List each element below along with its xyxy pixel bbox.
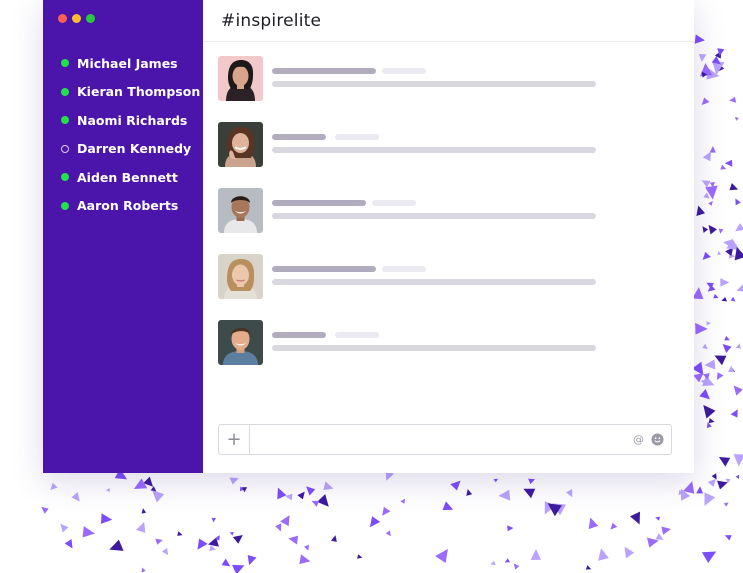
user-name: Aiden Bennett (77, 169, 178, 185)
message-item (218, 188, 694, 254)
timestamp-placeholder (382, 68, 426, 74)
add-attachment-button[interactable]: + (219, 425, 250, 454)
user-name: Michael James (77, 55, 178, 71)
avatar[interactable] (218, 254, 263, 299)
author-name-placeholder (272, 68, 376, 74)
message-item (218, 254, 694, 320)
author-name-placeholder (272, 134, 326, 140)
message-input[interactable] (250, 425, 633, 454)
timestamp-placeholder (372, 200, 416, 206)
maximize-window-button[interactable] (86, 14, 95, 23)
channel-header: #inspirelite (203, 0, 694, 42)
message-text-placeholder (272, 279, 596, 285)
user-name: Kieran Thompson (77, 84, 201, 100)
chat-main: #inspirelite + @ (203, 0, 694, 473)
chat-window: Michael James Kieran Thompson Naomi Rich… (43, 0, 694, 473)
user-item-kieran-thompson[interactable]: Kieran Thompson (61, 78, 201, 107)
avatar[interactable] (218, 320, 263, 365)
user-item-michael-james[interactable]: Michael James (61, 49, 197, 78)
online-status-icon (61, 201, 69, 210)
message-text-placeholder (272, 213, 596, 219)
window-controls (58, 14, 95, 23)
author-name-placeholder (272, 200, 366, 206)
user-name: Darren Kennedy (77, 141, 192, 157)
timestamp-placeholder (382, 266, 426, 272)
online-status-icon (61, 116, 69, 125)
at-icon[interactable]: @ (633, 433, 644, 446)
avatar[interactable] (218, 122, 263, 167)
smiley-icon[interactable] (651, 433, 664, 446)
sidebar: Michael James Kieran Thompson Naomi Rich… (43, 0, 203, 473)
timestamp-placeholder (335, 332, 379, 338)
message-text-placeholder (272, 345, 596, 351)
user-list: Michael James Kieran Thompson Naomi Rich… (61, 49, 201, 221)
message-item (218, 122, 694, 188)
user-item-naomi-richards[interactable]: Naomi Richards (61, 106, 197, 135)
timestamp-placeholder (335, 134, 379, 140)
user-name: Naomi Richards (77, 112, 188, 128)
user-item-darren-kennedy[interactable]: Darren Kennedy (61, 135, 197, 164)
message-text-placeholder (272, 147, 596, 153)
minimize-window-button[interactable] (72, 14, 81, 23)
online-status-icon (61, 87, 69, 96)
user-name: Aaron Roberts (77, 198, 179, 214)
close-window-button[interactable] (58, 14, 67, 23)
message-list (218, 56, 694, 386)
message-composer: + @ (218, 424, 672, 455)
stage: Michael James Kieran Thompson Naomi Rich… (0, 0, 743, 573)
message-text-placeholder (272, 81, 596, 87)
author-name-placeholder (272, 266, 376, 272)
avatar[interactable] (218, 56, 263, 101)
user-item-aaron-roberts[interactable]: Aaron Roberts (61, 192, 197, 221)
user-item-aiden-bennett[interactable]: Aiden Bennett (61, 163, 197, 192)
message-item (218, 320, 694, 386)
message-item (218, 56, 694, 122)
online-status-icon (61, 59, 69, 68)
avatar[interactable] (218, 188, 263, 233)
offline-status-icon (61, 144, 69, 153)
channel-title: #inspirelite (221, 10, 322, 31)
plus-icon: + (226, 429, 242, 450)
author-name-placeholder (272, 332, 326, 338)
online-status-icon (61, 173, 69, 182)
